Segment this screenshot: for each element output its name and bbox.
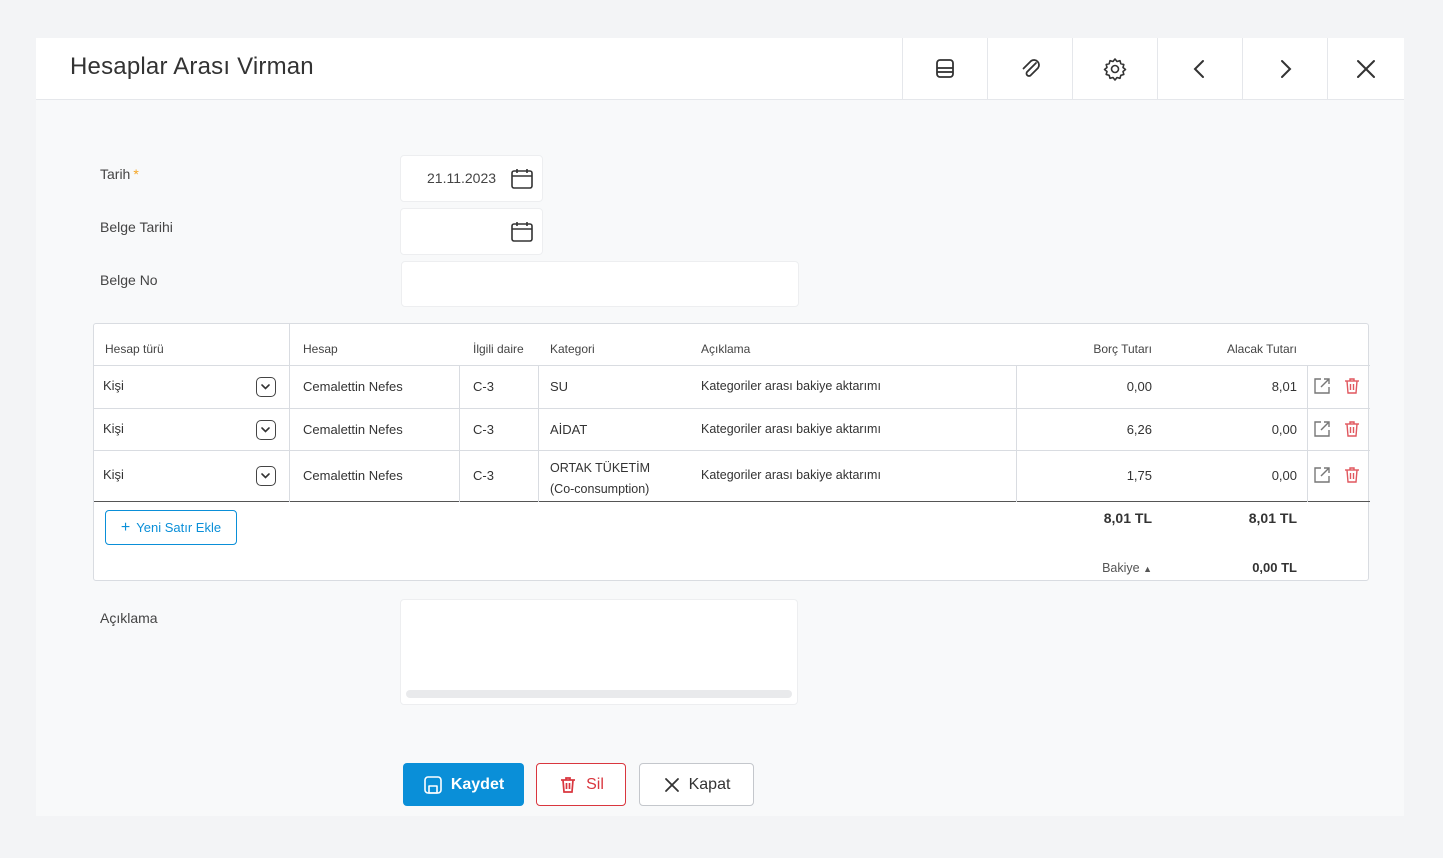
add-row-button[interactable]: + Yeni Satır Ekle [105, 510, 237, 545]
close-icon [1357, 60, 1375, 78]
category-cell[interactable]: ORTAK TÜKETİM (Co-consumption) [550, 458, 650, 500]
add-row-label: Yeni Satır Ekle [136, 520, 222, 535]
description-cell[interactable]: Kategoriler arası bakiye aktarımı [701, 468, 881, 482]
balance-label-wrap: Bakiye ▲ [1084, 561, 1152, 575]
date-value: 21.11.2023 [427, 170, 497, 186]
delete-row-icon[interactable] [1342, 376, 1362, 396]
account-cell[interactable]: Cemalettin Nefes [303, 422, 403, 437]
date-label: Tarih * [100, 166, 139, 182]
balance-label: Bakiye [1102, 561, 1140, 575]
transfer-dialog: Hesaplar Arası Virman Tarih * 21.11.2023 … [36, 38, 1404, 816]
close-icon [664, 777, 679, 792]
next-button[interactable] [1242, 38, 1327, 100]
doc-date-label: Belge Tarihi [100, 219, 173, 235]
credit-cell[interactable]: 0,00 [1204, 468, 1297, 483]
unit-cell[interactable]: C-3 [473, 379, 494, 394]
unit-cell[interactable]: C-3 [473, 468, 494, 483]
open-external-icon[interactable] [1312, 376, 1332, 396]
column-header-category: Kategori [550, 342, 595, 356]
doc-date-field[interactable] [400, 208, 543, 255]
balance-value: 0,00 TL [1252, 560, 1297, 575]
doc-no-label: Belge No [100, 272, 158, 288]
delete-row-icon[interactable] [1342, 465, 1362, 485]
category-line: (Co-consumption) [550, 482, 650, 496]
delete-button[interactable]: Sil [536, 763, 626, 806]
close-dialog-button[interactable] [1327, 38, 1404, 100]
credit-cell[interactable]: 8,01 [1204, 379, 1297, 394]
total-credit: 8,01 TL [1248, 510, 1297, 526]
total-debit: 8,01 TL [1103, 510, 1152, 526]
plus-icon: + [120, 518, 131, 536]
description-textarea[interactable] [400, 599, 798, 705]
sort-icon: ▲ [1143, 564, 1152, 574]
save-button[interactable]: Kaydet [403, 763, 524, 806]
chevron-down-icon[interactable] [256, 377, 276, 397]
doc-no-input[interactable] [401, 261, 799, 307]
category-cell[interactable]: SU [550, 379, 568, 394]
open-external-icon[interactable] [1312, 465, 1332, 485]
dialog-header: Hesaplar Arası Virman [36, 38, 1404, 100]
print-icon [936, 59, 954, 78]
account-type-cell[interactable]: Kişi [103, 421, 124, 436]
date-field[interactable]: 21.11.2023 [400, 155, 543, 202]
category-line: ORTAK TÜKETİM [550, 461, 651, 475]
calendar-icon[interactable] [510, 220, 534, 244]
chevron-down-icon[interactable] [256, 466, 276, 486]
open-external-icon[interactable] [1312, 419, 1332, 439]
debit-cell[interactable]: 6,26 [1074, 422, 1152, 437]
delete-row-icon[interactable] [1342, 419, 1362, 439]
required-mark: * [133, 166, 139, 182]
column-header-debit: Borç Tutarı [1093, 342, 1152, 356]
close-label: Kapat [688, 775, 731, 793]
save-label: Kaydet [450, 775, 505, 793]
account-type-cell[interactable]: Kişi [103, 378, 124, 393]
debit-cell[interactable]: 0,00 [1074, 379, 1152, 394]
chevron-left-icon [1193, 60, 1204, 78]
category-cell[interactable]: AİDAT [550, 422, 587, 437]
attachment-icon [1022, 59, 1040, 77]
page-title: Hesaplar Arası Virman [70, 53, 314, 80]
chevron-down-icon[interactable] [256, 420, 276, 440]
unit-cell[interactable]: C-3 [473, 422, 494, 437]
save-icon [424, 775, 442, 794]
account-type-cell[interactable]: Kişi [103, 467, 124, 482]
account-cell[interactable]: Cemalettin Nefes [303, 379, 403, 394]
settings-button[interactable] [1072, 38, 1157, 100]
debit-cell[interactable]: 1,75 [1074, 468, 1152, 483]
calendar-icon[interactable] [510, 167, 534, 191]
description-cell[interactable]: Kategoriler arası bakiye aktarımı [701, 379, 881, 393]
column-header-credit: Alacak Tutarı [1226, 342, 1297, 356]
column-header-description: Açıklama [701, 342, 751, 356]
settings-icon [1103, 58, 1127, 81]
chevron-right-icon [1281, 60, 1292, 78]
column-header-account: Hesap [303, 342, 338, 356]
close-button[interactable]: Kapat [639, 763, 754, 806]
trash-icon [561, 776, 576, 793]
print-button[interactable] [902, 38, 987, 100]
previous-button[interactable] [1157, 38, 1242, 100]
transfer-table: Hesap türü Hesap İlgili daire Kategori A… [93, 323, 1370, 581]
scrollbar[interactable] [406, 690, 792, 698]
account-cell[interactable]: Cemalettin Nefes [303, 468, 403, 483]
description-cell[interactable]: Kategoriler arası bakiye aktarımı [701, 422, 881, 436]
credit-cell[interactable]: 0,00 [1204, 422, 1297, 437]
attachment-button[interactable] [987, 38, 1072, 100]
column-header-unit: İlgili daire [473, 342, 524, 356]
delete-label: Sil [586, 775, 604, 793]
description-label: Açıklama [100, 610, 158, 626]
column-header-account-type: Hesap türü [105, 342, 164, 356]
